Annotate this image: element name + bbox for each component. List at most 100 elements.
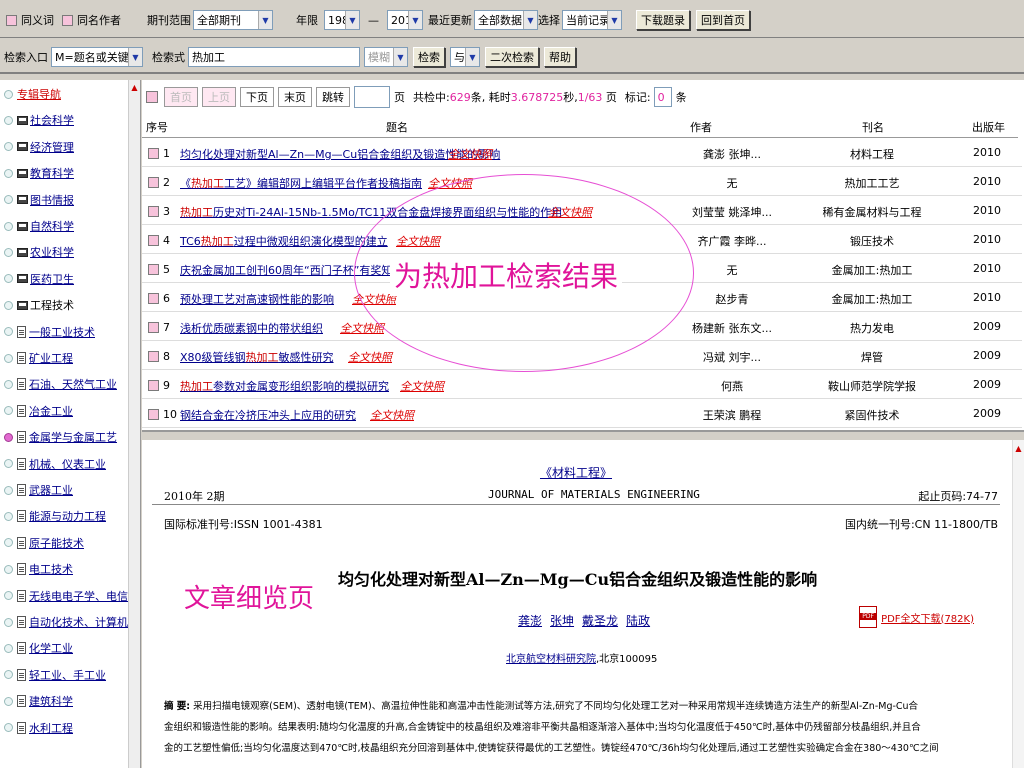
sidebar-item[interactable]: 武器工业 <box>4 478 73 502</box>
row-checkbox[interactable] <box>148 293 159 304</box>
row-checkbox[interactable] <box>148 322 159 333</box>
record-select[interactable]: 当前记录 ▼ <box>562 10 622 30</box>
radio-dot-icon[interactable] <box>4 300 13 310</box>
radio-dot-icon[interactable] <box>4 723 13 733</box>
scroll-up-icon[interactable]: ▲ <box>129 82 140 93</box>
radio-dot-icon[interactable] <box>4 643 13 653</box>
sidebar-item[interactable]: 工程技术 <box>4 293 74 317</box>
row-checkbox[interactable] <box>148 409 159 420</box>
year-to-select[interactable]: 2010 ▼ <box>387 10 423 30</box>
fulltext-snapshot-link[interactable]: 全文快照 <box>400 378 444 394</box>
author-link[interactable]: 戴圣龙 <box>582 612 618 629</box>
search-button[interactable]: 检索 <box>413 47 445 67</box>
radio-dot-icon[interactable] <box>4 617 13 627</box>
sidebar-item-label[interactable]: 自动化技术、计算机 <box>29 614 128 630</box>
sidebar-item-label[interactable]: 矿业工程 <box>29 350 73 366</box>
radio-dot-icon[interactable] <box>4 591 13 601</box>
row-checkbox[interactable] <box>148 380 159 391</box>
sidebar-item[interactable]: 社会科学 <box>4 108 74 132</box>
sidebar-item[interactable]: 建筑科学 <box>4 689 73 713</box>
sidebar-item[interactable]: 无线电电子学、电信 <box>4 584 128 608</box>
select-all-checkbox[interactable] <box>146 91 158 103</box>
row-checkbox[interactable] <box>148 206 159 217</box>
radio-dot-icon[interactable] <box>4 221 13 231</box>
row-checkbox[interactable] <box>148 148 159 159</box>
radio-dot-icon[interactable] <box>4 538 13 548</box>
result-title-link[interactable]: TC6热加工过程中微观组织演化模型的建立 <box>180 233 388 249</box>
sidebar-item-label[interactable]: 社会科学 <box>30 112 74 128</box>
sidebar-item-label[interactable]: 冶金工业 <box>29 403 73 419</box>
affiliation-link[interactable]: 北京航空材料研究院 <box>506 654 596 665</box>
sidebar-item-label[interactable]: 农业科学 <box>30 244 74 260</box>
sidebar-item[interactable]: 能源与动力工程 <box>4 504 106 528</box>
sidebar-item[interactable]: 教育科学 <box>4 161 74 185</box>
sidebar-item[interactable]: 一般工业技术 <box>4 320 95 344</box>
result-title-link[interactable]: 预处理工艺对高速钢性能的影响 <box>180 291 334 307</box>
secondary-search-button[interactable]: 二次检索 <box>485 47 539 67</box>
sidebar-item[interactable]: 轻工业、手工业 <box>4 663 106 687</box>
radio-dot-icon[interactable] <box>4 485 13 495</box>
radio-dot-icon[interactable] <box>4 274 13 284</box>
same-author-option[interactable]: 同名作者 <box>62 10 121 30</box>
radio-dot-icon[interactable] <box>4 195 13 205</box>
radio-dot-icon[interactable] <box>4 696 13 706</box>
first-page-button[interactable]: 首页 <box>164 87 198 107</box>
sidebar-item[interactable]: 经济管理 <box>4 135 74 159</box>
download-records-button[interactable]: 下载题录 <box>636 10 690 30</box>
author-link[interactable]: 张坤 <box>550 612 574 629</box>
row-checkbox[interactable] <box>148 235 159 246</box>
sidebar-item[interactable]: 自动化技术、计算机 <box>4 610 128 634</box>
fulltext-snapshot-link[interactable]: 全文快照 <box>448 146 492 162</box>
row-checkbox[interactable] <box>148 264 159 275</box>
radio-dot-icon[interactable] <box>4 406 13 416</box>
sidebar-item-label[interactable]: 自然科学 <box>30 218 74 234</box>
sidebar-item-label[interactable]: 教育科学 <box>30 165 74 181</box>
radio-dot-icon[interactable] <box>4 353 13 363</box>
next-page-button[interactable]: 下页 <box>240 87 274 107</box>
sidebar-item[interactable]: 机械、仪表工业 <box>4 452 106 476</box>
sidebar-item[interactable]: 自然科学 <box>4 214 74 238</box>
pdf-download[interactable]: PDF全文下载(782K) <box>859 606 974 628</box>
sidebar-item-label[interactable]: 轻工业、手工业 <box>29 667 106 683</box>
page-number-input[interactable] <box>354 86 390 108</box>
sidebar-item-label[interactable]: 图书情报 <box>30 192 74 208</box>
fulltext-snapshot-link[interactable]: 全文快照 <box>348 349 392 365</box>
result-title-link[interactable]: 《热加工工艺》编辑部网上编辑平台作者投稿指南 <box>180 175 422 191</box>
radio-dot-icon[interactable] <box>4 115 13 125</box>
detail-scrollbar[interactable]: ▲ <box>1012 440 1024 768</box>
sidebar-item-label[interactable]: 化学工业 <box>29 640 73 656</box>
help-button[interactable]: 帮助 <box>544 47 576 67</box>
search-entry-select[interactable]: M=题名或关键词 ▼ <box>51 47 143 67</box>
sidebar-item[interactable]: 水利工程 <box>4 716 73 740</box>
radio-dot-icon[interactable] <box>4 89 13 99</box>
sidebar-item[interactable]: 农业科学 <box>4 240 74 264</box>
year-from-select[interactable]: 1989 ▼ <box>324 10 360 30</box>
sidebar-item[interactable]: 金属学与金属工艺 <box>4 425 117 449</box>
query-input[interactable]: 热加工 <box>188 47 360 67</box>
pdf-download-link[interactable]: PDF全文下载(782K) <box>881 610 974 625</box>
journal-range-select[interactable]: 全部期刊 ▼ <box>193 10 273 30</box>
radio-dot-icon[interactable] <box>4 327 13 337</box>
sidebar-item-label[interactable]: 电工技术 <box>29 561 73 577</box>
radio-dot-icon[interactable] <box>4 379 13 389</box>
sidebar-item-label[interactable]: 专辑导航 <box>17 86 61 102</box>
sidebar-item-label[interactable]: 无线电电子学、电信 <box>29 588 128 604</box>
radio-dot-icon[interactable] <box>4 142 13 152</box>
result-title-link[interactable]: X80级管线钢热加工敏感性研究 <box>180 349 334 365</box>
prev-page-button[interactable]: 上页 <box>202 87 236 107</box>
author-link[interactable]: 龚澎 <box>518 612 542 629</box>
row-checkbox[interactable] <box>148 177 159 188</box>
sidebar-item[interactable]: 化学工业 <box>4 636 73 660</box>
synonym-option[interactable]: 同义词 <box>6 10 54 30</box>
sidebar-item-label[interactable]: 金属学与金属工艺 <box>29 429 117 445</box>
sidebar-item[interactable]: 电工技术 <box>4 557 73 581</box>
back-home-button[interactable]: 回到首页 <box>696 10 750 30</box>
jump-page-button[interactable]: 跳转 <box>316 87 350 107</box>
radio-dot-icon[interactable] <box>4 247 13 257</box>
sidebar-item-label[interactable]: 建筑科学 <box>29 693 73 709</box>
logic-select[interactable]: 与 ▼ <box>450 47 480 67</box>
sidebar-item[interactable]: 原子能技术 <box>4 531 84 555</box>
radio-dot-icon[interactable] <box>4 564 13 574</box>
author-link[interactable]: 陆政 <box>626 612 650 629</box>
sidebar-item-label[interactable]: 武器工业 <box>29 482 73 498</box>
